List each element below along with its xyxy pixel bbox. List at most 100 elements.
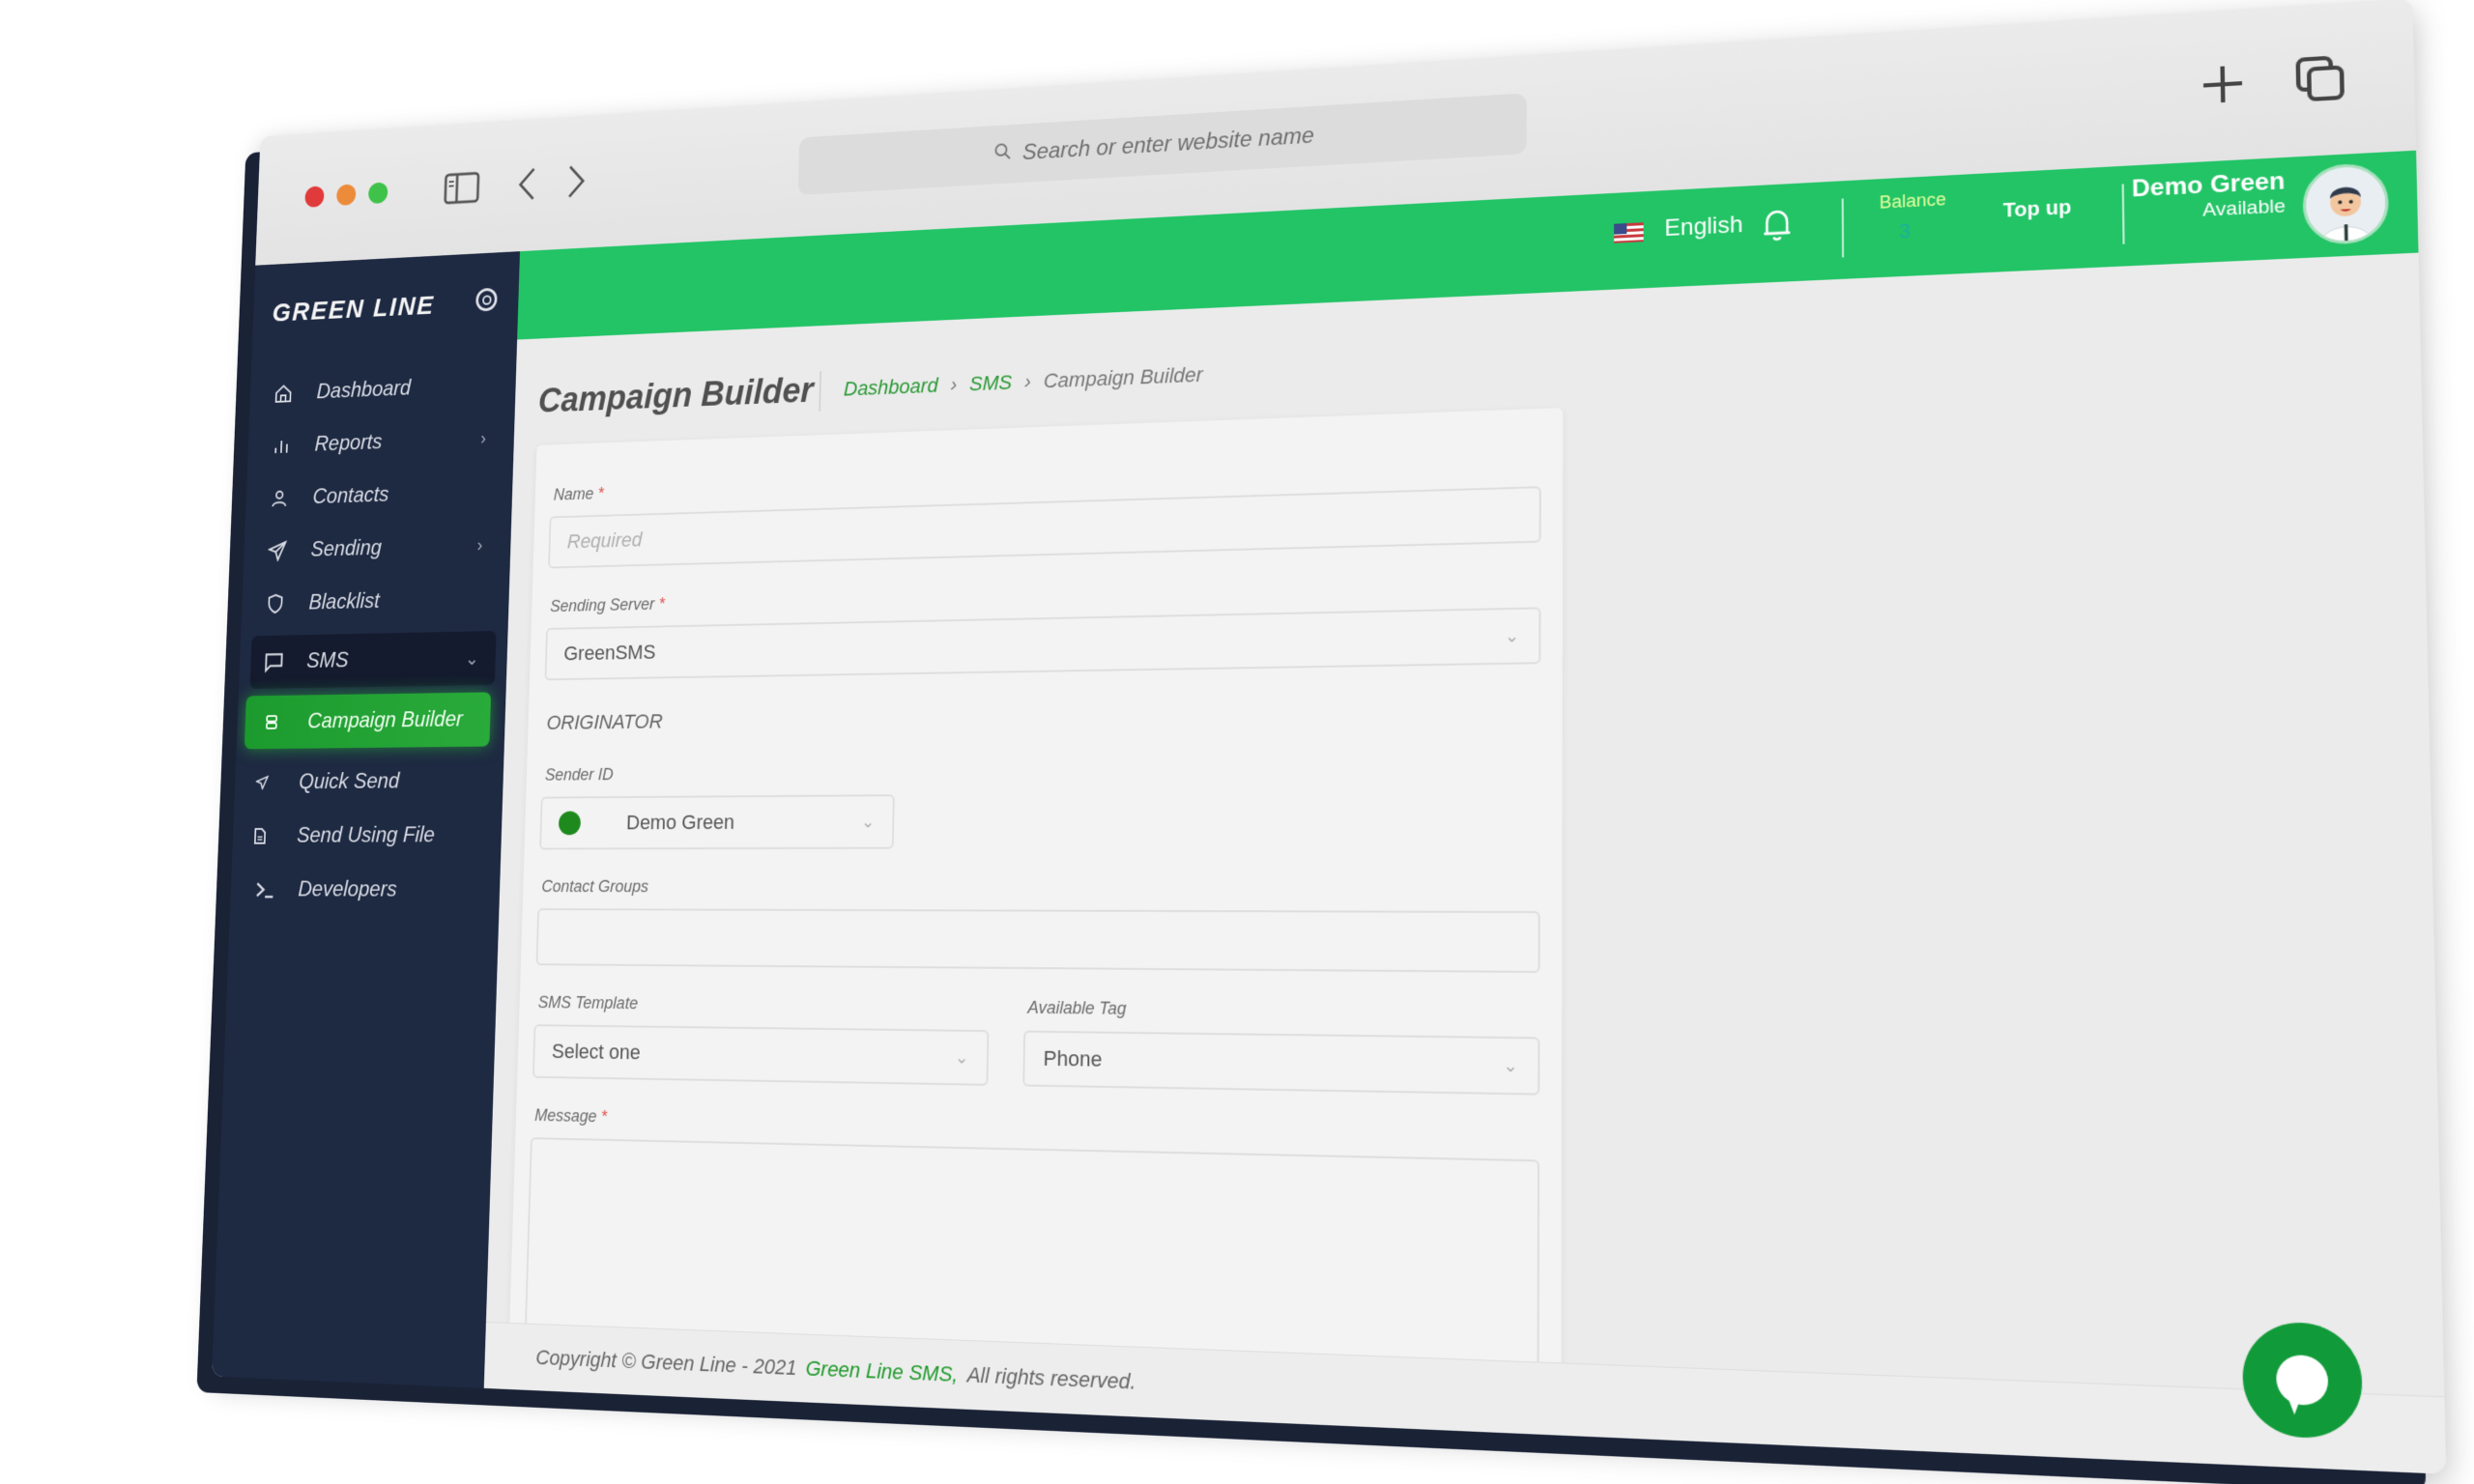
sidebar-item-blacklist[interactable]: Blacklist bbox=[241, 571, 509, 631]
balance-label: Balance bbox=[1879, 188, 1946, 213]
campaign-icon bbox=[264, 714, 297, 730]
sender-status-dot bbox=[558, 811, 582, 836]
chevron-down-icon: ⌄ bbox=[1504, 625, 1520, 646]
us-flag-icon bbox=[1614, 222, 1644, 243]
shield-icon bbox=[266, 592, 299, 614]
sidebar-item-label: Reports bbox=[314, 429, 383, 457]
back-icon[interactable] bbox=[505, 160, 550, 209]
sender-id-select[interactable]: Demo Green ⌄ bbox=[539, 794, 895, 850]
chevron-down-icon: ⌄ bbox=[954, 1047, 969, 1068]
available-tag-label: Available Tag bbox=[1027, 997, 1127, 1018]
user-status: Available bbox=[2201, 195, 2287, 221]
language-selector[interactable]: English bbox=[1664, 212, 1742, 243]
brand-logo: GREEN LINE bbox=[272, 290, 436, 328]
browser-stage: Search or enter website name GREEN LINE … bbox=[212, 0, 2447, 1474]
forward-icon[interactable] bbox=[554, 157, 598, 206]
sidebar-item-label: Developers bbox=[298, 876, 397, 902]
contact-groups-label: Contact Groups bbox=[541, 876, 649, 897]
chat-bubble-icon bbox=[2275, 1354, 2329, 1407]
top-up-link[interactable]: Top up bbox=[2003, 197, 2072, 223]
sidebar-item-reports[interactable]: Reports › bbox=[247, 411, 515, 473]
required-mark: * bbox=[600, 1106, 608, 1127]
sms-template-select[interactable]: Select one ⌄ bbox=[532, 1024, 990, 1086]
sidebar-item-quick-send[interactable]: Quick Send bbox=[234, 754, 503, 810]
sending-server-select[interactable]: GreenSMS ⌄ bbox=[544, 607, 1541, 681]
header-divider bbox=[1841, 198, 1845, 258]
breadcrumb-separator: › bbox=[950, 372, 958, 396]
available-tag-select[interactable]: Phone ⌄ bbox=[1022, 1030, 1540, 1096]
address-placeholder: Search or enter website name bbox=[1021, 123, 1314, 165]
user-name: Demo Green bbox=[2131, 167, 2286, 203]
page-footer: Copyright © Green Line - 2021 Green Line… bbox=[483, 1321, 2447, 1474]
close-window-button[interactable] bbox=[304, 186, 325, 208]
name-label: Name * bbox=[553, 484, 604, 504]
title-divider bbox=[819, 371, 822, 412]
sidebar-item-label: Quick Send bbox=[298, 768, 400, 794]
chevron-down-icon: ⌄ bbox=[1503, 1055, 1518, 1075]
sender-id-value: Demo Green bbox=[625, 810, 735, 835]
sidebar-item-label: SMS bbox=[305, 647, 350, 673]
chevron-right-icon: › bbox=[476, 534, 483, 556]
breadcrumb-separator: › bbox=[1023, 369, 1032, 393]
sms-template-label: SMS Template bbox=[537, 992, 639, 1013]
sidebar-collapse-toggle[interactable] bbox=[475, 287, 498, 312]
sidebar-item-label: Dashboard bbox=[316, 376, 412, 404]
available-tag-value: Phone bbox=[1043, 1045, 1103, 1071]
breadcrumb-dashboard[interactable]: Dashboard bbox=[844, 374, 938, 402]
sidebar-item-developers[interactable]: Developers bbox=[230, 863, 501, 918]
sms-template-value: Select one bbox=[551, 1039, 642, 1065]
breadcrumb-sms[interactable]: SMS bbox=[969, 371, 1012, 397]
originator-heading: ORIGINATOR bbox=[546, 709, 663, 734]
sending-server-label: Sending Server * bbox=[550, 594, 666, 615]
copyright-text: Copyright © Green Line - 2021 bbox=[535, 1345, 797, 1381]
home-icon bbox=[273, 383, 306, 405]
sidebar-nav: Dashboard Reports › Contacts Sending › B… bbox=[230, 357, 517, 918]
notification-bell-icon[interactable] bbox=[1761, 207, 1794, 248]
user-menu[interactable]: Demo Green Available bbox=[2132, 167, 2287, 225]
maximize-window-button[interactable] bbox=[367, 182, 388, 205]
name-input[interactable]: Required bbox=[548, 486, 1541, 569]
sender-id-label: Sender ID bbox=[544, 764, 614, 785]
breadcrumb: Dashboard › SMS › Campaign Builder bbox=[844, 362, 1203, 401]
required-mark: * bbox=[658, 594, 666, 614]
browser-window: Search or enter website name GREEN LINE … bbox=[212, 0, 2447, 1474]
name-placeholder: Required bbox=[566, 528, 643, 554]
rights-text: All rights reserved. bbox=[966, 1362, 1136, 1394]
campaign-form-card: Name * Required Sending Server * GreenSM… bbox=[506, 408, 1564, 1446]
bar-chart-icon bbox=[272, 435, 304, 457]
sidebar-item-campaign-builder[interactable]: Campaign Builder bbox=[244, 692, 492, 750]
breadcrumb-current: Campaign Builder bbox=[1043, 362, 1203, 393]
sidebar: GREEN LINE Dashboard Reports › Contacts … bbox=[212, 251, 521, 1388]
footer-brand-link[interactable]: Green Line SMS, bbox=[805, 1356, 958, 1388]
send-small-icon bbox=[255, 775, 288, 789]
page-title: Campaign Builder bbox=[537, 371, 815, 421]
chevron-down-icon: ⌄ bbox=[464, 648, 479, 670]
message-count: 1 MESSAGE (S) bbox=[1407, 1376, 1539, 1403]
avatar[interactable] bbox=[2302, 161, 2390, 246]
sidebar-item-label: Send Using File bbox=[296, 822, 436, 848]
required-mark: * bbox=[597, 484, 604, 502]
sidebar-item-sms[interactable]: SMS ⌄ bbox=[249, 630, 497, 690]
header-divider bbox=[2121, 184, 2125, 244]
sidebar-item-send-using-file[interactable]: Send Using File bbox=[232, 808, 503, 863]
tabs-overview-icon[interactable] bbox=[2291, 50, 2349, 106]
message-square-icon bbox=[263, 650, 296, 673]
sidebar-toggle-icon[interactable] bbox=[440, 164, 483, 213]
message-label: Message * bbox=[533, 1105, 608, 1127]
user-icon bbox=[270, 487, 302, 509]
main-content: Campaign Builder Dashboard › SMS › Campa… bbox=[483, 252, 2447, 1474]
minimize-window-button[interactable] bbox=[336, 184, 357, 207]
search-icon bbox=[993, 141, 1012, 168]
live-chat-button[interactable] bbox=[2241, 1321, 2364, 1441]
sidebar-item-label: Sending bbox=[310, 535, 383, 562]
sending-server-value: GreenSMS bbox=[563, 640, 656, 666]
sidebar-item-sending[interactable]: Sending › bbox=[244, 518, 512, 579]
sidebar-item-contacts[interactable]: Contacts bbox=[245, 464, 513, 526]
contact-groups-input[interactable] bbox=[535, 908, 1540, 974]
address-bar[interactable]: Search or enter website name bbox=[797, 93, 1527, 196]
new-tab-icon[interactable] bbox=[2195, 57, 2252, 112]
terminal-icon bbox=[254, 880, 287, 899]
sidebar-item-label: Campaign Builder bbox=[306, 706, 464, 733]
window-controls bbox=[304, 182, 388, 208]
file-icon bbox=[253, 828, 286, 844]
